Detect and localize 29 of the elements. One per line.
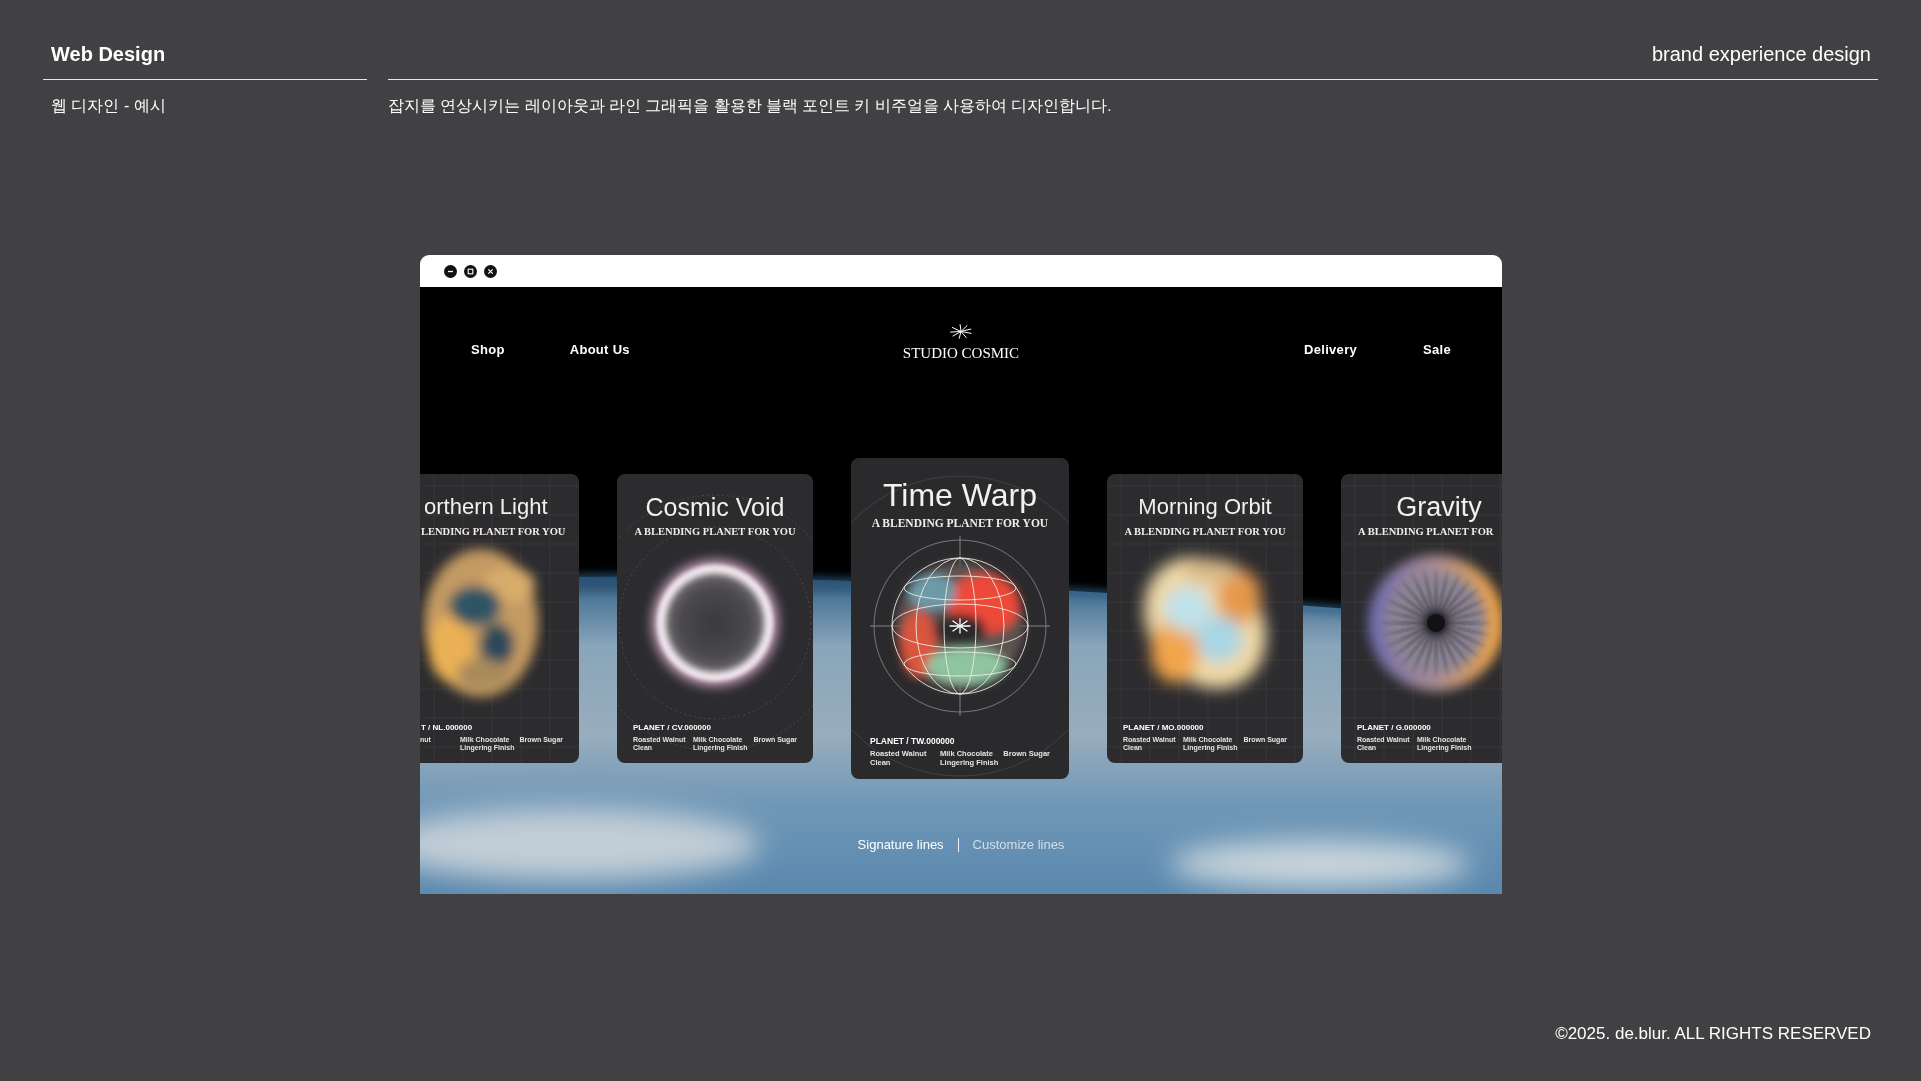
minimize-icon[interactable]	[444, 264, 457, 278]
nav-link[interactable]: Sale	[1423, 342, 1451, 358]
planet-code: PLANET / TW.000000	[870, 736, 955, 746]
nav-link[interactable]: Delivery	[1304, 342, 1358, 358]
planet-code: PLANET / MO.000000	[1123, 723, 1204, 733]
maximize-icon[interactable]	[464, 264, 477, 278]
copyright-text: ©2025. de.blur. ALL RIGHTS RESERVED	[1555, 1024, 1871, 1044]
page-tagline: brand experience design	[1651, 42, 1871, 66]
card-title: Gravity	[1396, 492, 1482, 522]
nav-link[interactable]: About Us	[569, 342, 630, 358]
card-subtitle: A BLENDING PLANET FOR	[1358, 526, 1494, 538]
page-description: 잡지를 연상시키는 레이아웃과 라인 그래픽을 활용한 블랙 포인트 키 비주얼을 사용하여 디자인합니다.	[388, 96, 1112, 116]
brand-logo-text[interactable]: STUDIO COSMIC	[902, 344, 1020, 362]
close-icon[interactable]	[484, 264, 497, 278]
card-subtitle: LENDING PLANET FOR YOU	[421, 526, 566, 538]
planet-code: PLANET / CV.000000	[633, 723, 711, 733]
card-title: orthern Light	[424, 493, 548, 521]
page-title: Web Design	[51, 42, 166, 66]
card-subtitle: A BLENDING PLANET FOR YOU	[1124, 526, 1286, 538]
page-subtitle: 웹 디자인 - 예시	[51, 96, 166, 116]
card-title: Time Warp	[882, 477, 1038, 513]
planet-code: T / NL.000000	[421, 723, 473, 733]
starburst-logo-icon	[950, 324, 972, 339]
card-subtitle: A BLENDING PLANET FOR YOU	[871, 517, 1049, 529]
card-title: Morning Orbit	[1138, 493, 1272, 521]
planet-code: PLANET / G.000000	[1357, 723, 1431, 733]
nav-link[interactable]: Shop	[471, 342, 505, 358]
card-subtitle: A BLENDING PLANET FOR YOU	[634, 526, 796, 538]
card-title: Cosmic Void	[645, 492, 785, 522]
